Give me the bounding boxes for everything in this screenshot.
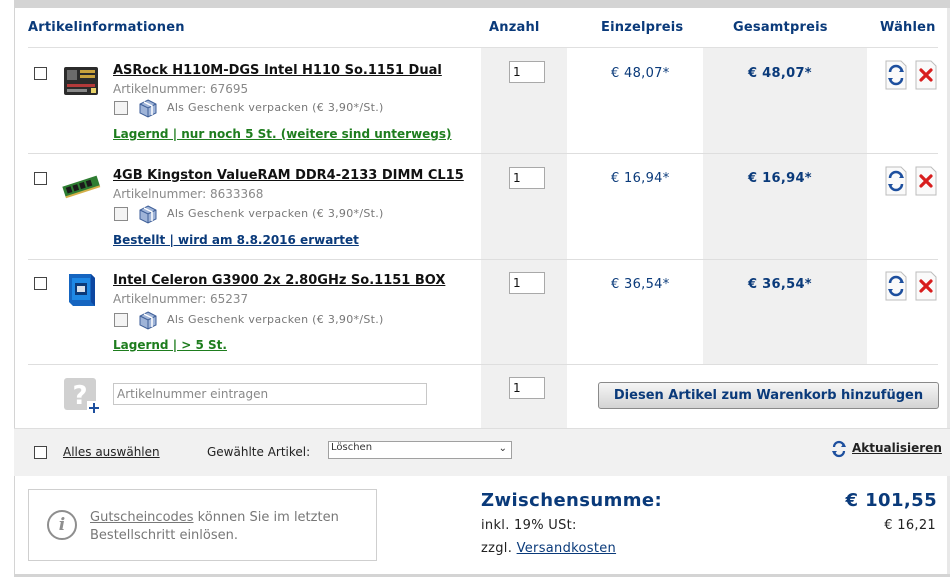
gift-wrap-label: Als Geschenk verpacken (€ 3,90*/St.) <box>167 207 384 220</box>
add-to-cart-button[interactable]: Diesen Artikel zum Warenkorb hinzufügen <box>598 382 939 409</box>
article-number: Artikelnummer: 67695 <box>113 82 249 96</box>
product-name-link[interactable]: ASRock H110M-DGS Intel H110 So.1151 Dual <box>113 63 442 78</box>
update-refresh-icon[interactable] <box>885 271 907 301</box>
gift-wrap-checkbox[interactable] <box>114 207 128 221</box>
selected-items-label: Gewählte Artikel: <box>207 445 311 459</box>
row-divider <box>28 153 938 154</box>
delete-x-icon[interactable] <box>915 166 937 196</box>
unit-price: € 16,94* <box>611 171 670 186</box>
ram-module-product-image[interactable] <box>61 166 101 206</box>
header-article-info: Artikelinformationen <box>28 20 185 35</box>
voucher-info-text: Gutscheincodes können Sie im letzten Bes… <box>90 509 370 545</box>
update-refresh-icon[interactable] <box>885 166 907 196</box>
chevron-down-icon: ⌄ <box>498 443 507 454</box>
select-all-link[interactable]: Alles auswählen <box>63 445 160 459</box>
motherboard-product-image[interactable] <box>61 61 101 101</box>
vat-label: inkl. 19% USt: <box>481 518 577 533</box>
total-price: € 16,94* <box>748 171 812 186</box>
stock-status-link[interactable]: Lagernd | nur noch 5 St. (weitere sind u… <box>113 127 452 141</box>
update-refresh-icon[interactable] <box>885 60 907 90</box>
item-checkbox[interactable] <box>34 172 47 185</box>
quantity-column-bg <box>481 48 567 428</box>
unit-price: € 36,54* <box>611 277 670 292</box>
delete-x-icon[interactable] <box>915 271 937 301</box>
voucher-codes-link[interactable]: Gutscheincodes <box>90 510 194 525</box>
header-total-price: Gesamtpreis <box>733 20 828 35</box>
subtotal-label: Zwischensumme: <box>481 490 663 511</box>
article-number-input[interactable] <box>113 383 427 405</box>
row-divider <box>28 259 938 260</box>
svg-text:?: ? <box>72 381 87 411</box>
quantity-input[interactable] <box>509 167 545 189</box>
update-cart-link[interactable]: Aktualisieren <box>852 441 942 455</box>
stock-status-link[interactable]: Bestellt | wird am 8.8.2016 erwartet <box>113 233 359 247</box>
product-name-link[interactable]: 4GB Kingston ValueRAM DDR4-2133 DIMM CL1… <box>113 168 464 183</box>
product-name-link[interactable]: Intel Celeron G3900 2x 2.80GHz So.1151 B… <box>113 273 445 288</box>
header-quantity: Anzahl <box>489 20 540 35</box>
item-checkbox[interactable] <box>34 67 47 80</box>
subtotal-value: € 101,55 <box>845 490 937 511</box>
total-column-bg <box>703 48 867 365</box>
voucher-info-box: i Gutscheincodes können Sie im letzten B… <box>28 489 377 561</box>
refresh-icon[interactable] <box>831 440 847 458</box>
total-price: € 48,07* <box>748 66 812 81</box>
info-icon: i <box>47 510 77 540</box>
gift-wrap-label: Als Geschenk verpacken (€ 3,90*/St.) <box>167 313 384 326</box>
row-divider <box>28 364 938 365</box>
gift-box-icon <box>139 205 157 224</box>
shipping-costs-link[interactable]: Versandkosten <box>517 541 616 556</box>
quantity-input[interactable] <box>509 272 545 294</box>
shipping-line: zzgl. Versandkosten <box>481 541 616 556</box>
select-all-checkbox[interactable] <box>34 446 47 459</box>
shipping-prefix: zzgl. <box>481 541 517 556</box>
vat-value: € 16,21 <box>884 518 936 533</box>
item-checkbox[interactable] <box>34 277 47 290</box>
gift-box-icon <box>139 99 157 118</box>
left-border <box>14 8 15 577</box>
total-price: € 36,54* <box>748 277 812 292</box>
stock-status-link[interactable]: Lagernd | > 5 St. <box>113 338 227 352</box>
unit-price: € 48,07* <box>611 66 670 81</box>
bulk-action-select[interactable]: Löschen ⌄ <box>328 441 512 459</box>
gift-wrap-checkbox[interactable] <box>114 101 128 115</box>
add-quantity-input[interactable] <box>509 377 545 399</box>
header-unit-price: Einzelpreis <box>601 20 684 35</box>
quantity-input[interactable] <box>509 61 545 83</box>
gift-wrap-checkbox[interactable] <box>114 313 128 327</box>
gift-wrap-label: Als Geschenk verpacken (€ 3,90*/St.) <box>167 101 384 114</box>
unknown-product-plus-icon: ? <box>64 378 101 415</box>
cpu-box-product-image[interactable] <box>61 270 101 310</box>
article-number: Artikelnummer: 65237 <box>113 292 249 306</box>
article-number: Artikelnummer: 8633368 <box>113 187 264 201</box>
header-select: Wählen <box>880 20 936 35</box>
top-border <box>14 0 950 8</box>
bulk-action-value: Löschen <box>331 442 373 453</box>
delete-x-icon[interactable] <box>915 60 937 90</box>
gift-box-icon <box>139 311 157 330</box>
